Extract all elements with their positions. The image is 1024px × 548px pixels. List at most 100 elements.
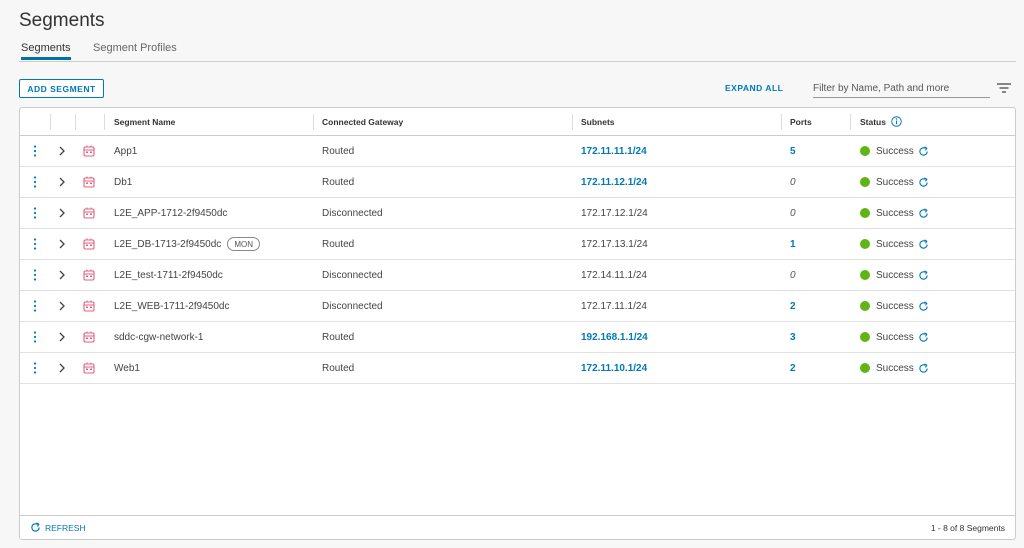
segment-name-cell: Web1 [114, 353, 140, 383]
refresh-icon[interactable] [918, 176, 929, 188]
subnet[interactable]: 172.11.11.1/24 [581, 136, 647, 166]
refresh-icon[interactable] [918, 238, 929, 250]
row-expand-button[interactable] [58, 291, 66, 321]
segment-name-cell: L2E_DB-1713-2f9450dc MON [114, 229, 260, 259]
column-header-ports[interactable]: Ports [790, 108, 812, 135]
column-header-subnets[interactable]: Subnets [581, 108, 615, 135]
status-header-label: Status [860, 116, 886, 127]
table-row[interactable]: sddc-cgw-network-1 Routed 192.168.1.1/24 3 S… [20, 322, 1015, 353]
vertical-dots-icon [33, 269, 37, 281]
refresh-icon[interactable] [918, 362, 929, 374]
row-expand-button[interactable] [58, 229, 66, 259]
chevron-right-icon [59, 301, 65, 311]
ports-count[interactable]: 2 [790, 291, 796, 321]
ports-count[interactable]: 2 [790, 353, 796, 383]
table-row[interactable]: Db1 Routed 172.11.12.1/24 0 Success [20, 167, 1015, 198]
segment-name-cell: sddc-cgw-network-1 [114, 322, 203, 352]
table-row[interactable]: L2E_test-1711-2f9450dc Disconnected 172.14… [20, 260, 1015, 291]
ports-count[interactable]: 3 [790, 322, 796, 352]
segment-icon [83, 145, 95, 157]
row-expand-button[interactable] [58, 260, 66, 290]
chevron-right-icon [59, 146, 65, 156]
refresh-button[interactable]: REFRESH [30, 522, 86, 533]
ports-count[interactable]: 1 [790, 229, 796, 259]
pagination-count: 1 - 8 of 8 Segments [930, 523, 1005, 533]
ports-count: 0 [790, 269, 796, 281]
vertical-dots-icon [33, 300, 37, 312]
vertical-dots-icon [33, 207, 37, 219]
subnet: 172.17.12.1/24 [581, 207, 648, 219]
segment-type [83, 322, 95, 352]
segment-name: L2E_APP-1712-2f9450dc [114, 207, 228, 219]
subnet: 172.17.11.1/24 [581, 300, 647, 312]
subnet: 172.14.11.1/24 [581, 269, 647, 281]
segment-icon [83, 362, 95, 374]
row-expand-button[interactable] [58, 322, 66, 352]
success-dot-icon [860, 332, 870, 342]
segment-icon [83, 238, 95, 250]
segments-grid: Segment Name Connected Gateway Subnets P… [19, 107, 1016, 540]
tab-segments[interactable]: Segments [21, 42, 71, 60]
success-dot-icon [860, 363, 870, 373]
status-text: Success [876, 269, 914, 281]
row-expand-button[interactable] [58, 136, 66, 166]
status-text: Success [876, 362, 914, 374]
segment-type [83, 353, 95, 383]
table-row[interactable]: L2E_WEB-1711-2f9450dc Disconnected 172.17.… [20, 291, 1015, 322]
mon-badge: MON [227, 237, 260, 251]
status-text: Success [876, 207, 914, 219]
column-header-status[interactable]: Status [860, 108, 902, 135]
row-expand-button[interactable] [58, 353, 66, 383]
status-cell: Success [860, 353, 929, 383]
row-actions-button[interactable] [32, 353, 38, 383]
subnet[interactable]: 172.11.10.1/24 [581, 353, 647, 383]
success-dot-icon [860, 239, 870, 249]
row-actions-button[interactable] [32, 291, 38, 321]
filter-input[interactable] [813, 80, 990, 98]
segment-icon [83, 207, 95, 219]
connected-gateway: Routed [322, 145, 355, 157]
table-row[interactable]: Web1 Routed 172.11.10.1/24 2 Success [20, 353, 1015, 384]
row-actions-button[interactable] [32, 136, 38, 166]
ports-count[interactable]: 5 [790, 136, 796, 166]
segment-type [83, 136, 95, 166]
connected-gateway: Disconnected [322, 207, 383, 219]
segment-name: L2E_test-1711-2f9450dc [114, 269, 223, 281]
status-cell: Success [860, 198, 929, 228]
row-actions-button[interactable] [32, 260, 38, 290]
refresh-icon[interactable] [918, 207, 929, 219]
column-header-connected-gateway[interactable]: Connected Gateway [322, 108, 403, 135]
refresh-icon[interactable] [918, 300, 929, 312]
subnet[interactable]: 192.168.1.1/24 [581, 322, 648, 352]
add-segment-button[interactable]: ADD SEGMENT [19, 79, 104, 98]
connected-gateway: Routed [322, 362, 355, 374]
table-row[interactable]: App1 Routed 172.11.11.1/24 5 Success [20, 136, 1015, 167]
table-row[interactable]: L2E_DB-1713-2f9450dc MON Routed 172.17.13.1… [20, 229, 1015, 260]
refresh-icon[interactable] [918, 145, 929, 157]
filter-lines-icon[interactable] [996, 82, 1012, 94]
subnet[interactable]: 172.11.12.1/24 [581, 167, 647, 197]
row-actions-button[interactable] [32, 198, 38, 228]
info-icon[interactable] [891, 116, 902, 127]
expand-all-button[interactable]: EXPAND ALL [725, 83, 783, 93]
segment-name-cell: L2E_test-1711-2f9450dc [114, 260, 223, 290]
chevron-right-icon [59, 363, 65, 373]
column-header-segment-name[interactable]: Segment Name [114, 108, 175, 135]
segment-icon [83, 269, 95, 281]
row-expand-button[interactable] [58, 167, 66, 197]
connected-gateway: Disconnected [322, 269, 383, 281]
row-actions-button[interactable] [32, 167, 38, 197]
refresh-icon[interactable] [918, 269, 929, 281]
row-actions-button[interactable] [32, 322, 38, 352]
page-title: Segments [19, 10, 105, 31]
row-expand-button[interactable] [58, 198, 66, 228]
tab-segment-profiles[interactable]: Segment Profiles [93, 42, 177, 59]
table-row[interactable]: L2E_APP-1712-2f9450dc Disconnected 172.17.… [20, 198, 1015, 229]
vertical-dots-icon [33, 145, 37, 157]
refresh-icon[interactable] [918, 331, 929, 343]
chevron-right-icon [59, 239, 65, 249]
segment-type [83, 167, 95, 197]
segment-name: L2E_DB-1713-2f9450dc [114, 238, 222, 250]
ports-count: 0 [790, 207, 796, 219]
row-actions-button[interactable] [32, 229, 38, 259]
